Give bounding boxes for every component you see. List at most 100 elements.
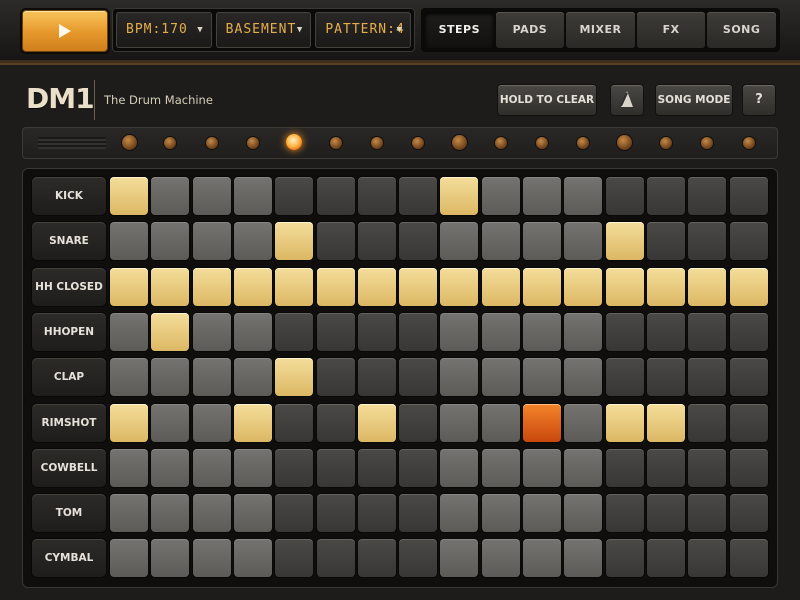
step-pad[interactable] bbox=[110, 222, 148, 261]
step-pad[interactable] bbox=[233, 358, 272, 397]
step-pad[interactable] bbox=[440, 222, 479, 261]
step-pad[interactable] bbox=[399, 448, 438, 487]
step-pad[interactable] bbox=[357, 539, 396, 578]
step-pad[interactable] bbox=[440, 403, 479, 442]
step-pad[interactable] bbox=[233, 539, 272, 578]
track-label-hh-closed[interactable]: HH CLOSED bbox=[32, 267, 106, 306]
step-pad[interactable] bbox=[605, 312, 644, 351]
step-pad-on[interactable] bbox=[688, 267, 727, 306]
step-pad[interactable] bbox=[564, 539, 603, 578]
step-pad[interactable] bbox=[481, 494, 520, 533]
step-pad[interactable] bbox=[110, 539, 148, 578]
bpm-selector[interactable]: BPM:170 ▼ bbox=[116, 12, 212, 48]
step-pad-on[interactable] bbox=[151, 312, 190, 351]
step-pad[interactable] bbox=[481, 177, 520, 215]
step-pad-on[interactable] bbox=[605, 267, 644, 306]
step-pad[interactable] bbox=[357, 358, 396, 397]
step-pad-on[interactable] bbox=[357, 267, 396, 306]
step-pad[interactable] bbox=[399, 358, 438, 397]
step-pad[interactable] bbox=[729, 222, 768, 261]
step-pad[interactable] bbox=[688, 358, 727, 397]
step-pad[interactable] bbox=[605, 539, 644, 578]
step-pad-playing[interactable] bbox=[523, 403, 561, 442]
track-label-rimshot[interactable]: RIMSHOT bbox=[32, 403, 106, 442]
track-label-cymbal[interactable]: CYMBAL bbox=[32, 539, 106, 578]
step-pad[interactable] bbox=[564, 448, 603, 487]
step-pad[interactable] bbox=[440, 494, 479, 533]
tab-pads[interactable]: PADS bbox=[495, 12, 565, 48]
step-pad[interactable] bbox=[233, 222, 272, 261]
kit-selector[interactable]: BASEMENT ▼ bbox=[215, 12, 312, 48]
step-pad[interactable] bbox=[192, 177, 231, 215]
step-pad-on[interactable] bbox=[110, 267, 148, 306]
step-pad[interactable] bbox=[357, 177, 396, 215]
step-pad-on[interactable] bbox=[110, 177, 148, 215]
tab-song[interactable]: SONG bbox=[707, 12, 776, 48]
step-pad[interactable] bbox=[646, 494, 685, 533]
step-pad[interactable] bbox=[151, 177, 190, 215]
step-pad[interactable] bbox=[357, 312, 396, 351]
step-pad[interactable] bbox=[275, 312, 314, 351]
step-pad[interactable] bbox=[564, 494, 603, 533]
step-pad-on[interactable] bbox=[481, 267, 520, 306]
step-pad[interactable] bbox=[729, 177, 768, 215]
step-pad[interactable] bbox=[523, 494, 561, 533]
step-pad[interactable] bbox=[646, 312, 685, 351]
step-pad[interactable] bbox=[688, 539, 727, 578]
step-pad[interactable] bbox=[481, 448, 520, 487]
step-pad[interactable] bbox=[233, 494, 272, 533]
step-pad-on[interactable] bbox=[646, 403, 685, 442]
step-pad[interactable] bbox=[729, 312, 768, 351]
step-pad-on[interactable] bbox=[357, 403, 396, 442]
step-pad[interactable] bbox=[481, 403, 520, 442]
step-pad[interactable] bbox=[440, 448, 479, 487]
step-pad[interactable] bbox=[110, 312, 148, 351]
step-pad[interactable] bbox=[688, 403, 727, 442]
step-pad[interactable] bbox=[192, 222, 231, 261]
step-pad[interactable] bbox=[481, 312, 520, 351]
step-pad[interactable] bbox=[688, 494, 727, 533]
step-pad[interactable] bbox=[523, 539, 561, 578]
step-pad[interactable] bbox=[646, 358, 685, 397]
track-label-kick[interactable]: KICK bbox=[32, 177, 106, 215]
step-pad-on[interactable] bbox=[729, 267, 768, 306]
metronome-button[interactable] bbox=[610, 84, 644, 116]
step-pad-on[interactable] bbox=[275, 358, 314, 397]
pattern-selector[interactable]: PATTERN:4 ▼ bbox=[315, 12, 412, 48]
hold-to-clear-button[interactable]: HOLD TO CLEAR bbox=[497, 84, 597, 116]
step-pad[interactable] bbox=[275, 177, 314, 215]
step-pad[interactable] bbox=[523, 358, 561, 397]
step-pad[interactable] bbox=[729, 358, 768, 397]
step-pad-on[interactable] bbox=[523, 267, 561, 306]
step-pad[interactable] bbox=[688, 177, 727, 215]
step-pad[interactable] bbox=[646, 539, 685, 578]
step-pad[interactable] bbox=[729, 403, 768, 442]
step-pad[interactable] bbox=[275, 403, 314, 442]
step-pad[interactable] bbox=[605, 177, 644, 215]
step-pad[interactable] bbox=[275, 448, 314, 487]
track-label-tom[interactable]: TOM bbox=[32, 494, 106, 533]
step-pad-on[interactable] bbox=[110, 403, 148, 442]
step-pad-on[interactable] bbox=[192, 267, 231, 306]
step-pad[interactable] bbox=[151, 222, 190, 261]
step-pad[interactable] bbox=[399, 539, 438, 578]
step-pad[interactable] bbox=[440, 539, 479, 578]
step-pad[interactable] bbox=[233, 448, 272, 487]
step-pad[interactable] bbox=[233, 177, 272, 215]
track-label-cowbell[interactable]: COWBELL bbox=[32, 448, 106, 487]
step-pad[interactable] bbox=[688, 222, 727, 261]
step-pad[interactable] bbox=[192, 494, 231, 533]
track-label-snare[interactable]: SNARE bbox=[32, 222, 106, 261]
step-pad[interactable] bbox=[316, 312, 355, 351]
step-pad[interactable] bbox=[440, 358, 479, 397]
step-pad[interactable] bbox=[523, 312, 561, 351]
step-pad[interactable] bbox=[192, 358, 231, 397]
step-pad[interactable] bbox=[357, 222, 396, 261]
step-pad[interactable] bbox=[316, 177, 355, 215]
step-pad[interactable] bbox=[110, 358, 148, 397]
step-pad[interactable] bbox=[357, 448, 396, 487]
step-pad[interactable] bbox=[399, 494, 438, 533]
step-pad-on[interactable] bbox=[564, 267, 603, 306]
step-pad[interactable] bbox=[316, 539, 355, 578]
step-pad[interactable] bbox=[605, 448, 644, 487]
